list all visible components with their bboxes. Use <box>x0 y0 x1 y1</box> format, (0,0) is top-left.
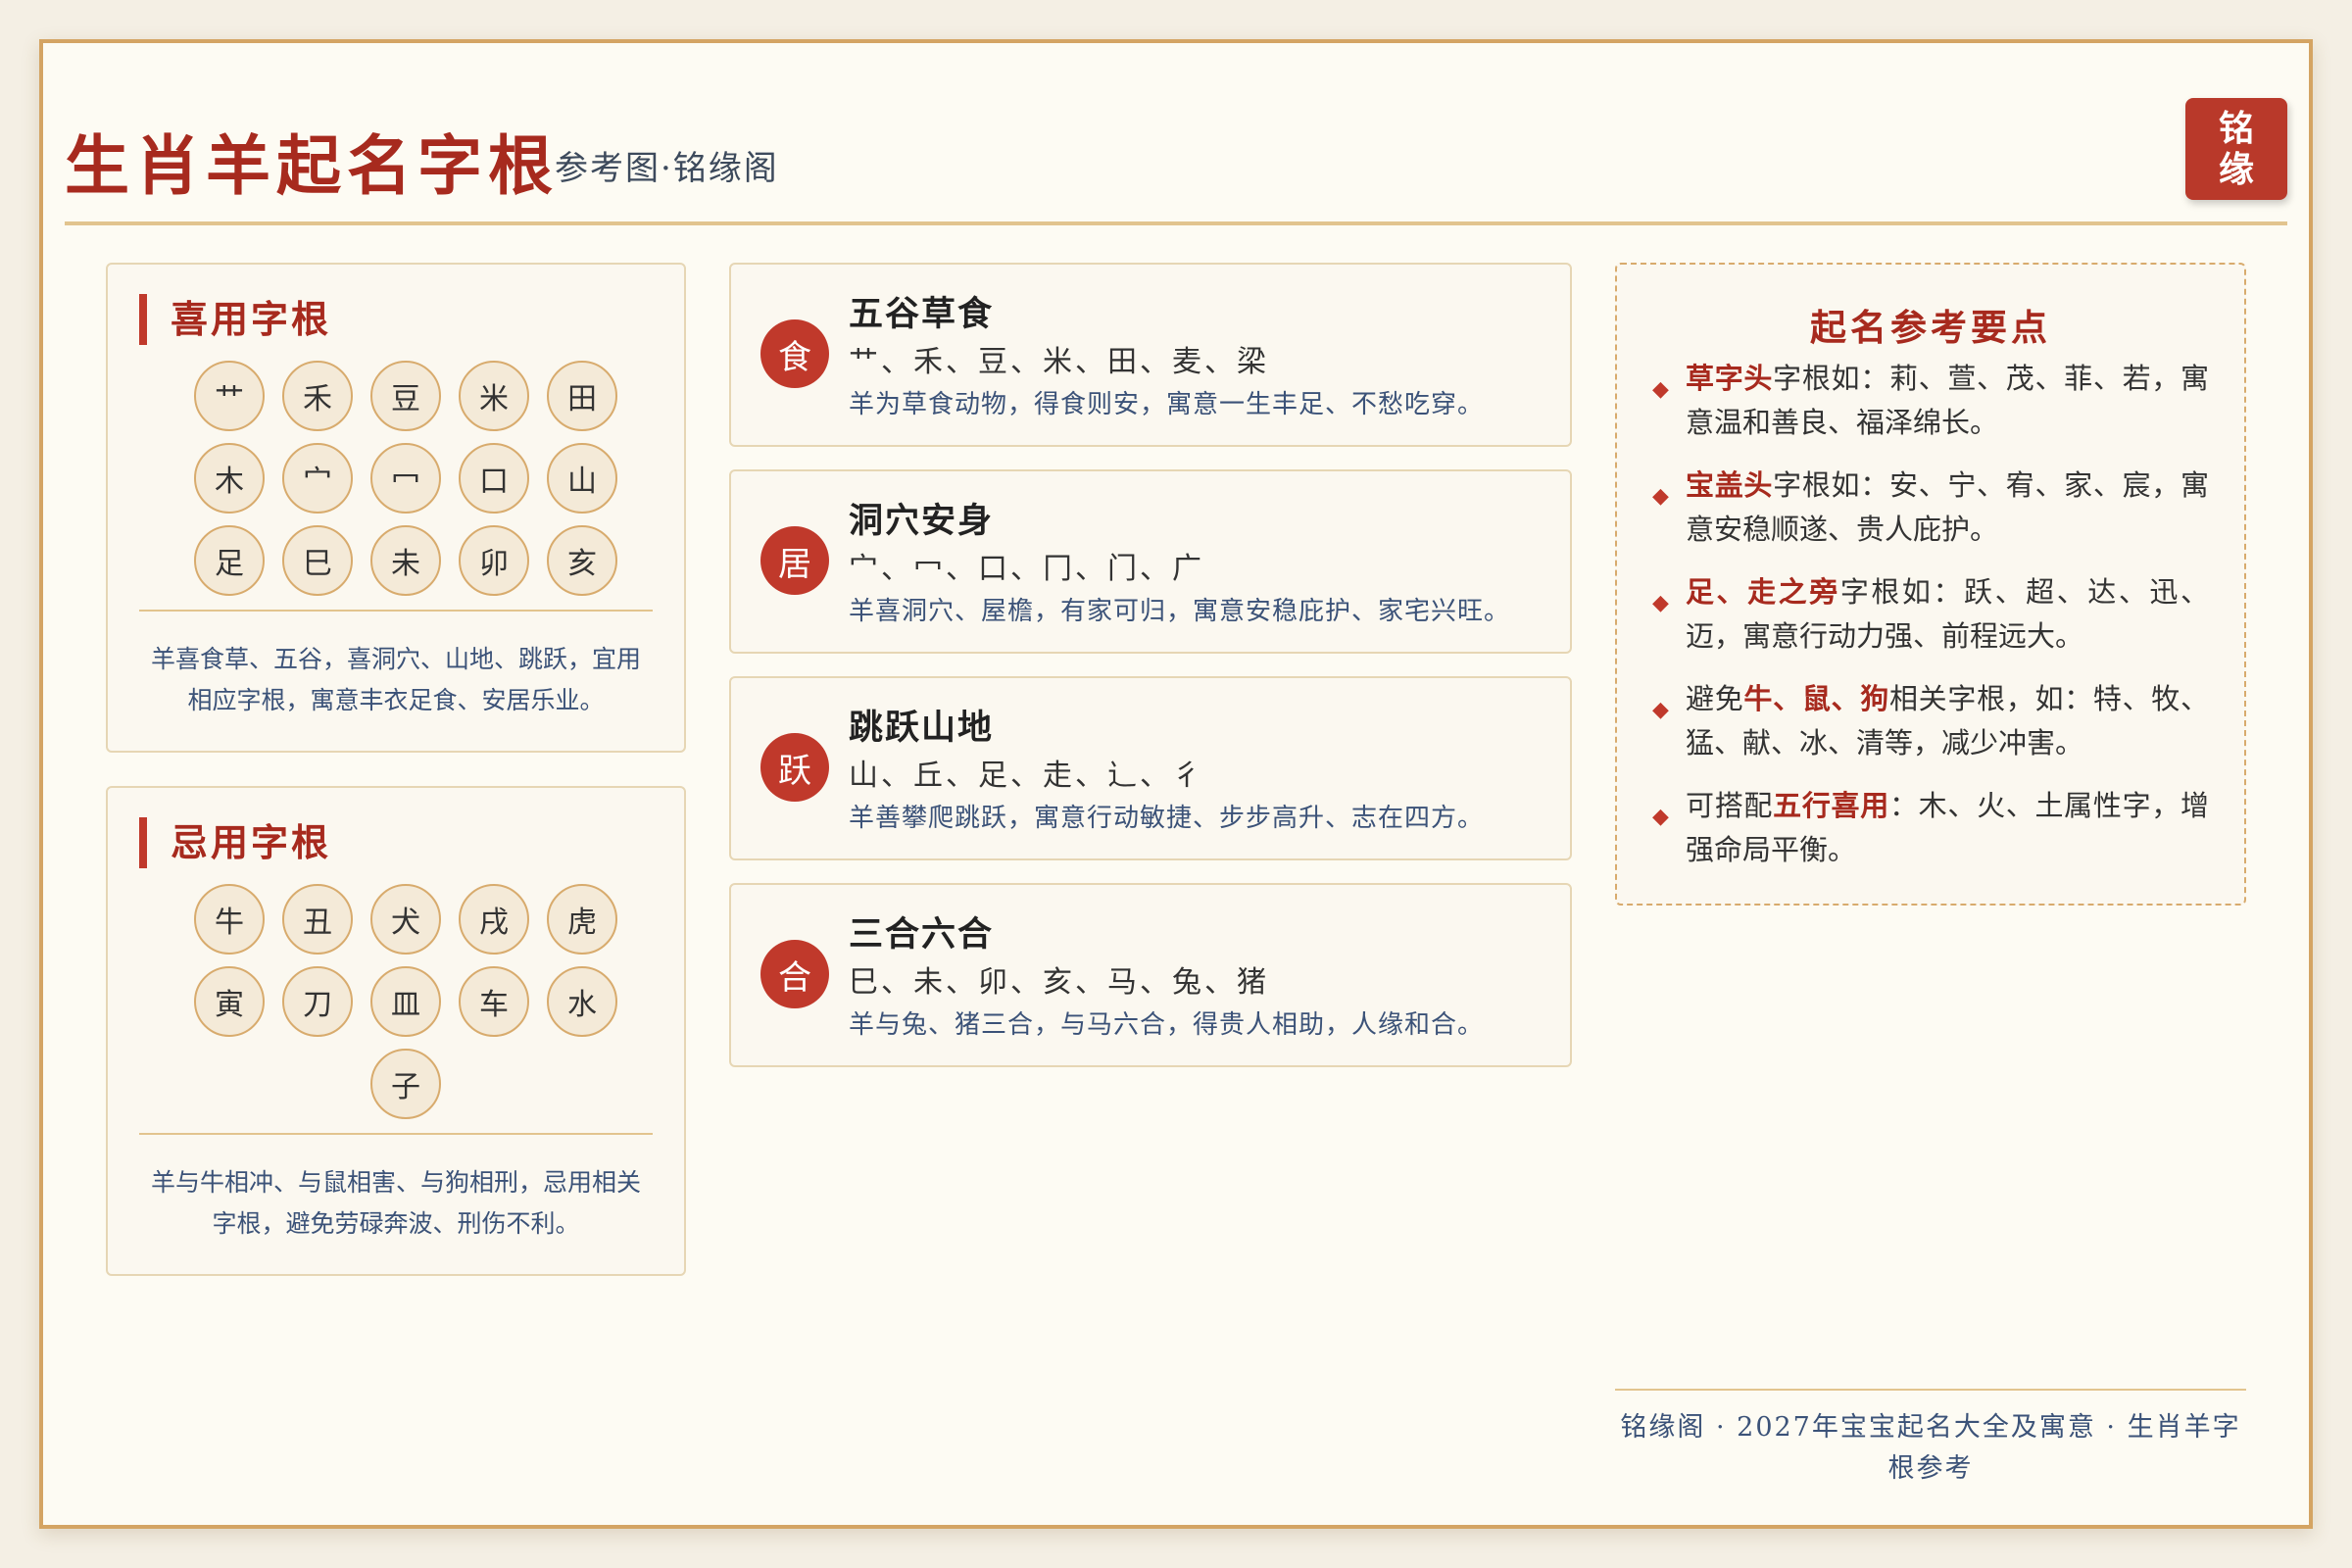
tip-emphasis: 足、走之旁 <box>1686 575 1840 609</box>
root-char: 刀 <box>282 966 353 1037</box>
tip-item: ◆ 可搭配五行喜用：木、火、土属性字，增强命局平衡。 <box>1646 784 2209 872</box>
root-char: 寅 <box>194 966 265 1037</box>
root-char: 宀 <box>282 443 353 514</box>
card-note: 羊为草食动物，得食则安，寓意一生丰足、不愁吃穿。 <box>849 390 1485 419</box>
unfavorable-roots-note: 羊与牛相冲、与鼠相害、与狗相刑，忌用相关字根，避免劳碌奔波、刑伤不利。 <box>150 1168 641 1238</box>
tip-emphasis: 五行喜用 <box>1773 789 1889 822</box>
card-title: 五谷草食 <box>849 294 995 334</box>
favorable-roots-note: 羊喜食草、五谷，喜洞穴、山地、跳跃，宜用相应字根，寓意丰衣足食、安居乐业。 <box>150 645 641 714</box>
diamond-bullet-icon: ◆ <box>1652 484 1669 509</box>
root-char: 艹 <box>194 361 265 431</box>
root-char: 口 <box>459 443 529 514</box>
page-header: 生肖羊起名字根 参考图·铭缘阁 铭 缘 <box>65 65 2287 225</box>
seal-stamp: 铭 缘 <box>2185 98 2287 200</box>
root-char: 足 <box>194 525 265 596</box>
root-char: 丑 <box>282 884 353 955</box>
card-note: 羊与兔、猪三合，与马六合，得贵人相助，人缘和合。 <box>849 1010 1485 1040</box>
root-char: 巳 <box>282 525 353 596</box>
seal-char-2: 缘 <box>2218 149 2254 190</box>
root-char: 虎 <box>547 884 617 955</box>
root-char: 未 <box>370 525 441 596</box>
category-card-harmony: 合 三合六合 巳、未、卯、亥、马、兔、猪 羊与兔、猪三合，与马六合，得贵人相助，… <box>729 883 1572 1067</box>
root-char: 车 <box>459 966 529 1037</box>
root-char: 牛 <box>194 884 265 955</box>
panel-divider <box>139 610 653 612</box>
favorable-roots-grid: 艹禾豆米田木宀冖口山足巳未卯亥 <box>180 361 631 596</box>
seal-char-1: 铭 <box>2218 108 2254 149</box>
card-roots: 宀、冖、口、冂、门、广 <box>849 552 1204 586</box>
favorable-roots-panel: 喜用字根 艹禾豆米田木宀冖口山足巳未卯亥 羊喜食草、五谷，喜洞穴、山地、跳跃，宜… <box>106 263 686 753</box>
favorable-roots-title: 喜用字根 <box>139 294 331 345</box>
card-roots: 艹、禾、豆、米、田、麦、梁 <box>849 345 1269 379</box>
category-card-dwelling: 居 洞穴安身 宀、冖、口、冂、门、广 羊喜洞穴、屋檐，有家可归，寓意安稳庇护、家… <box>729 469 1572 654</box>
root-char: 水 <box>547 966 617 1037</box>
card-title: 洞穴安身 <box>849 501 995 541</box>
card-title: 三合六合 <box>849 914 995 955</box>
leap-badge-icon: 跃 <box>760 733 829 802</box>
unfavorable-roots-title: 忌用字根 <box>139 817 331 868</box>
diamond-bullet-icon: ◆ <box>1652 591 1669 615</box>
root-char: 山 <box>547 443 617 514</box>
page-subtitle: 参考图·铭缘阁 <box>555 149 779 188</box>
tip-text: 避免 <box>1686 682 1744 715</box>
root-char: 皿 <box>370 966 441 1037</box>
tip-emphasis: 牛、鼠、狗 <box>1743 682 1889 715</box>
tip-item: ◆ 草字头字根如：莉、萱、茂、菲、若，寓意温和善良、福泽绵长。 <box>1646 357 2209 445</box>
footer-divider <box>1615 1389 2246 1391</box>
tip-text: 可搭配 <box>1686 789 1774 822</box>
tip-emphasis: 草字头 <box>1686 362 1774 395</box>
tip-item: ◆ 避免牛、鼠、狗相关字根，如：特、牧、猛、献、冰、清等，减少冲害。 <box>1646 677 2209 765</box>
root-char: 亥 <box>547 525 617 596</box>
page-title: 生肖羊起名字根 <box>65 127 559 204</box>
unfavorable-roots-panel: 忌用字根 牛丑犬戌虎寅刀皿车水子 羊与牛相冲、与鼠相害、与狗相刑，忌用相关字根，… <box>106 786 686 1276</box>
card-note: 羊喜洞穴、屋檐，有家可归，寓意安稳庇护、家宅兴旺。 <box>849 597 1511 626</box>
card-roots: 山、丘、足、走、辶、彳 <box>849 759 1204 793</box>
root-char: 禾 <box>282 361 353 431</box>
card-title: 跳跃山地 <box>849 708 995 748</box>
tips-list: ◆ 草字头字根如：莉、萱、茂、菲、若，寓意温和善良、福泽绵长。 ◆ 宝盖头字根如：安、… <box>1646 357 2209 891</box>
root-char: 田 <box>547 361 617 431</box>
root-char: 米 <box>459 361 529 431</box>
tip-item: ◆ 宝盖头字根如：安、宁、宥、家、宸，寓意安稳顺遂、贵人庇护。 <box>1646 464 2209 552</box>
root-char: 冖 <box>370 443 441 514</box>
card-note: 羊善攀爬跳跃，寓意行动敏捷、步步高升、志在四方。 <box>849 804 1485 833</box>
root-char: 戌 <box>459 884 529 955</box>
diamond-bullet-icon: ◆ <box>1652 805 1669 829</box>
footer-text: 铭缘阁 · 2027年宝宝起名大全及寓意 · 生肖羊字根参考 <box>1620 1412 2241 1484</box>
diamond-bullet-icon: ◆ <box>1652 377 1669 402</box>
tips-title: 起名参考要点 <box>1810 306 2051 349</box>
panel-divider <box>139 1133 653 1135</box>
dwelling-badge-icon: 居 <box>760 526 829 595</box>
category-card-leap: 跃 跳跃山地 山、丘、足、走、辶、彳 羊善攀爬跳跃，寓意行动敏捷、步步高升、志在… <box>729 676 1572 860</box>
root-char: 木 <box>194 443 265 514</box>
root-char: 卯 <box>459 525 529 596</box>
root-char: 豆 <box>370 361 441 431</box>
food-badge-icon: 食 <box>760 319 829 388</box>
category-card-food: 食 五谷草食 艹、禾、豆、米、田、麦、梁 羊为草食动物，得食则安，寓意一生丰足、… <box>729 263 1572 447</box>
tip-item: ◆ 足、走之旁字根如：跃、超、达、迅、迈，寓意行动力强、前程远大。 <box>1646 570 2209 659</box>
root-char: 犬 <box>370 884 441 955</box>
root-char: 子 <box>370 1049 441 1119</box>
tip-emphasis: 宝盖头 <box>1686 468 1774 502</box>
diamond-bullet-icon: ◆ <box>1652 698 1669 722</box>
card-roots: 巳、未、卯、亥、马、兔、猪 <box>849 965 1269 1000</box>
unfavorable-roots-grid: 牛丑犬戌虎寅刀皿车水子 <box>180 884 631 1119</box>
harmony-badge-icon: 合 <box>760 940 829 1008</box>
naming-tips-panel: 起名参考要点 ◆ 草字头字根如：莉、萱、茂、菲、若，寓意温和善良、福泽绵长。 ◆ 宝盖… <box>1615 263 2246 906</box>
